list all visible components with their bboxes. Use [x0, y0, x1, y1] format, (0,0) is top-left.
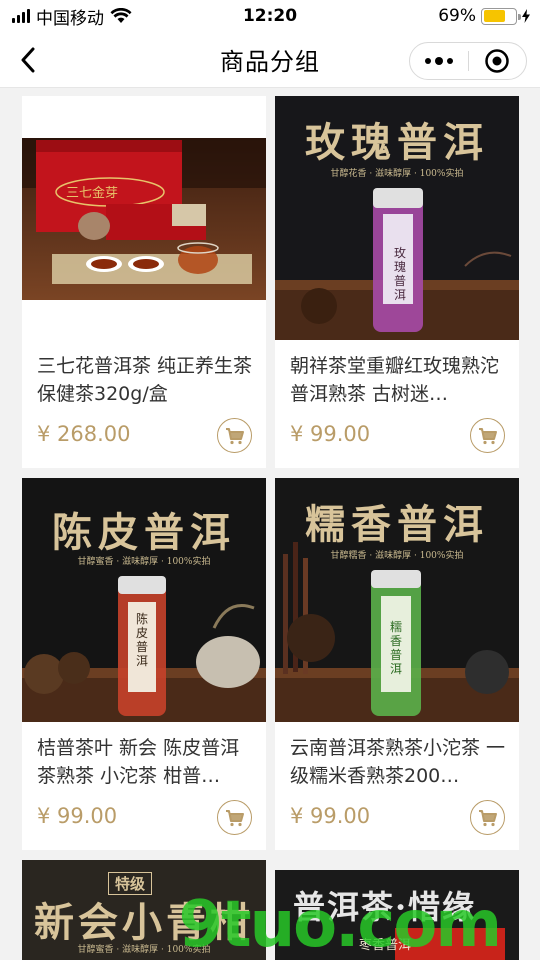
- product-card[interactable]: 糯香普洱 甘醇糯香 · 滋味醇厚 · 100%实拍 糯香普洱 云南普洱茶熟茶小沱…: [275, 478, 519, 850]
- more-button[interactable]: [410, 43, 468, 79]
- product-price: ¥ 99.00: [37, 804, 118, 828]
- image-label: 糯香普洱: [389, 620, 402, 676]
- image-tagline: 甘醇蜜香 · 滋味醇厚 · 100%实拍: [77, 557, 211, 567]
- product-grid: 三七金芽 三七花普洱茶 纯正养生茶 保健茶320g/盒 ¥ 268.00 玫瑰普…: [22, 96, 519, 960]
- carrier-name: 中国移动: [36, 8, 104, 29]
- add-to-cart-button[interactable]: [470, 418, 505, 453]
- product-image: 糯香普洱 甘醇糯香 · 滋味醇厚 · 100%实拍 糯香普洱: [275, 478, 519, 722]
- image-headline: 陈皮普洱: [52, 509, 236, 556]
- product-title: 朝祥茶堂重瓣红玫瑰熟沱 普洱熟茶 古树迷…: [290, 355, 500, 405]
- product-price: ¥ 99.00: [290, 422, 371, 446]
- product-title: 云南普洱茶熟茶小沱茶 一级糯米香熟茶200…: [290, 737, 506, 787]
- close-target-icon: [485, 49, 509, 73]
- image-headline: 玫瑰普洱: [305, 119, 489, 166]
- signal-icon: [12, 9, 30, 23]
- cart-icon: [478, 809, 497, 826]
- product-price: ¥ 99.00: [290, 804, 371, 828]
- cart-icon: [225, 427, 244, 444]
- battery-percent: 69%: [438, 6, 476, 26]
- add-to-cart-button[interactable]: [470, 800, 505, 835]
- product-image: 三七金芽: [22, 96, 266, 340]
- product-card[interactable]: 玫瑰普洱 甘醇花香 · 滋味醇厚 · 100%实拍 玫瑰普洱 朝祥茶堂重瓣红玫瑰…: [275, 96, 519, 468]
- image-label: 陈皮普洱: [135, 612, 148, 668]
- back-button[interactable]: [10, 42, 46, 78]
- product-card[interactable]: 三七金芽 三七花普洱茶 纯正养生茶 保健茶320g/盒 ¥ 268.00: [22, 96, 266, 468]
- close-program-button[interactable]: [469, 43, 527, 79]
- product-image: 玫瑰普洱 甘醇花香 · 滋味醇厚 · 100%实拍 玫瑰普洱: [275, 96, 519, 340]
- image-label: 三七金芽: [66, 186, 119, 201]
- product-image: 陈皮普洱 甘醇蜜香 · 滋味醇厚 · 100%实拍 陈皮普洱: [22, 478, 266, 722]
- charging-bolt-icon: [522, 9, 530, 23]
- cart-icon: [225, 809, 244, 826]
- product-price: ¥ 268.00: [37, 422, 131, 446]
- product-title: 三七花普洱茶 纯正养生茶 保健茶320g/盒: [37, 355, 253, 405]
- add-to-cart-button[interactable]: [217, 418, 252, 453]
- product-title: 桔普茶叶 新会 陈皮普洱茶熟茶 小沱茶 柑普…: [37, 737, 240, 787]
- navigation-bar: 商品分组: [0, 32, 540, 88]
- cart-icon: [478, 427, 497, 444]
- wifi-icon: [110, 8, 132, 24]
- back-arrow-icon: [21, 47, 35, 73]
- product-card[interactable]: 陈皮普洱 甘醇蜜香 · 滋味醇厚 · 100%实拍 陈皮普洱 桔普茶叶 新会 陈…: [22, 478, 266, 850]
- more-dots-icon: [424, 56, 453, 65]
- battery-icon: [481, 7, 521, 25]
- mini-program-capsule: [409, 42, 527, 80]
- watermark: 9tuo.com: [178, 888, 502, 960]
- add-to-cart-button[interactable]: [217, 800, 252, 835]
- image-label: 玫瑰普洱: [393, 246, 406, 302]
- page-title: 商品分组: [220, 48, 320, 76]
- image-tagline: 甘醇糯香 · 滋味醇厚 · 100%实拍: [330, 551, 464, 561]
- image-headline: 糯香普洱: [305, 501, 489, 548]
- status-bar: 中国移动 12:20 69%: [0, 0, 540, 32]
- image-tagline: 甘醇花香 · 滋味醇厚 · 100%实拍: [330, 169, 464, 179]
